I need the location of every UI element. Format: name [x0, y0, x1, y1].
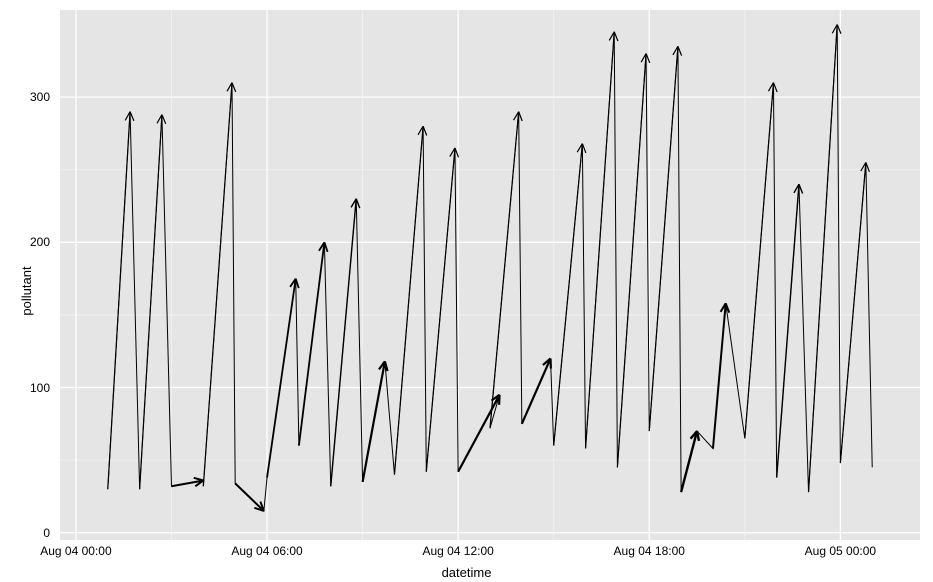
x-tick-label: Aug 04 00:00 — [40, 544, 111, 558]
arrow — [713, 303, 729, 448]
chart-container: pollutant datetime 0100200300 Aug 04 00:… — [0, 0, 933, 582]
arrow — [777, 184, 803, 477]
arrow — [681, 431, 699, 492]
x-axis-ticks: Aug 04 00:00Aug 04 06:00Aug 04 12:00Aug … — [60, 544, 920, 562]
plot-panel — [60, 10, 920, 540]
y-tick-label: 100 — [30, 381, 50, 395]
x-tick-label: Aug 04 18:00 — [614, 544, 685, 558]
y-axis-ticks: 0 100 200 300 — [0, 10, 56, 540]
arrow — [649, 46, 681, 431]
arrow — [363, 361, 388, 482]
x-tick-label: Aug 04 06:00 — [231, 544, 302, 558]
arrow — [203, 83, 235, 487]
arrow — [426, 148, 458, 472]
arrow — [745, 83, 777, 439]
arrow — [299, 242, 328, 445]
x-tick-label: Aug 05 00:00 — [805, 544, 876, 558]
x-tick-label: Aug 04 12:00 — [422, 544, 493, 558]
x-axis-label: datetime — [442, 565, 492, 580]
arrow — [554, 144, 586, 446]
arrow — [394, 126, 426, 474]
arrow — [490, 112, 522, 429]
y-tick-label: 0 — [43, 526, 50, 540]
arrow — [235, 483, 264, 511]
arrow — [522, 358, 551, 423]
arrow — [140, 115, 166, 490]
arrow — [267, 279, 299, 478]
arrow — [586, 32, 618, 449]
arrow — [617, 54, 649, 468]
arrow — [108, 112, 134, 490]
arrow — [171, 478, 203, 487]
y-tick-label: 300 — [30, 90, 50, 104]
arrow — [840, 162, 869, 463]
y-tick-label: 200 — [30, 235, 50, 249]
arrow — [809, 25, 841, 493]
